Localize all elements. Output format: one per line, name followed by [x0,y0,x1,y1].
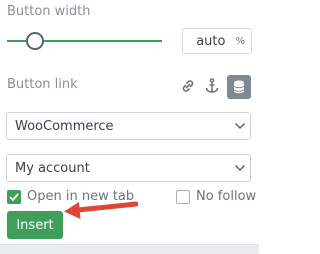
bottom-bar [0,244,259,254]
database-icon[interactable] [227,75,251,99]
insert-button[interactable]: Insert [7,211,63,239]
chevron-down-icon [230,122,250,130]
slider-thumb[interactable] [26,32,44,50]
button-width-label: Button width [7,4,91,19]
button-link-label: Button link [7,77,78,92]
button-width-value: auto [196,33,226,49]
no-follow-label: No follow [196,189,257,204]
no-follow-option[interactable]: No follow [176,189,256,204]
button-width-input[interactable]: auto % [182,28,252,54]
link-icon[interactable] [180,78,196,98]
link-source-value: WooCommerce [15,118,114,134]
button-width-slider[interactable] [7,30,162,52]
link-source-select[interactable]: WooCommerce [6,112,251,140]
link-page-value: My account [15,160,90,176]
chevron-down-icon [230,164,250,172]
link-page-select[interactable]: My account [6,154,251,182]
pointer-arrow [64,201,138,219]
anchor-icon[interactable] [205,78,219,98]
no-follow-checkbox[interactable] [176,189,190,204]
open-new-tab-checkbox[interactable] [7,189,21,204]
button-width-unit: % [235,35,245,47]
